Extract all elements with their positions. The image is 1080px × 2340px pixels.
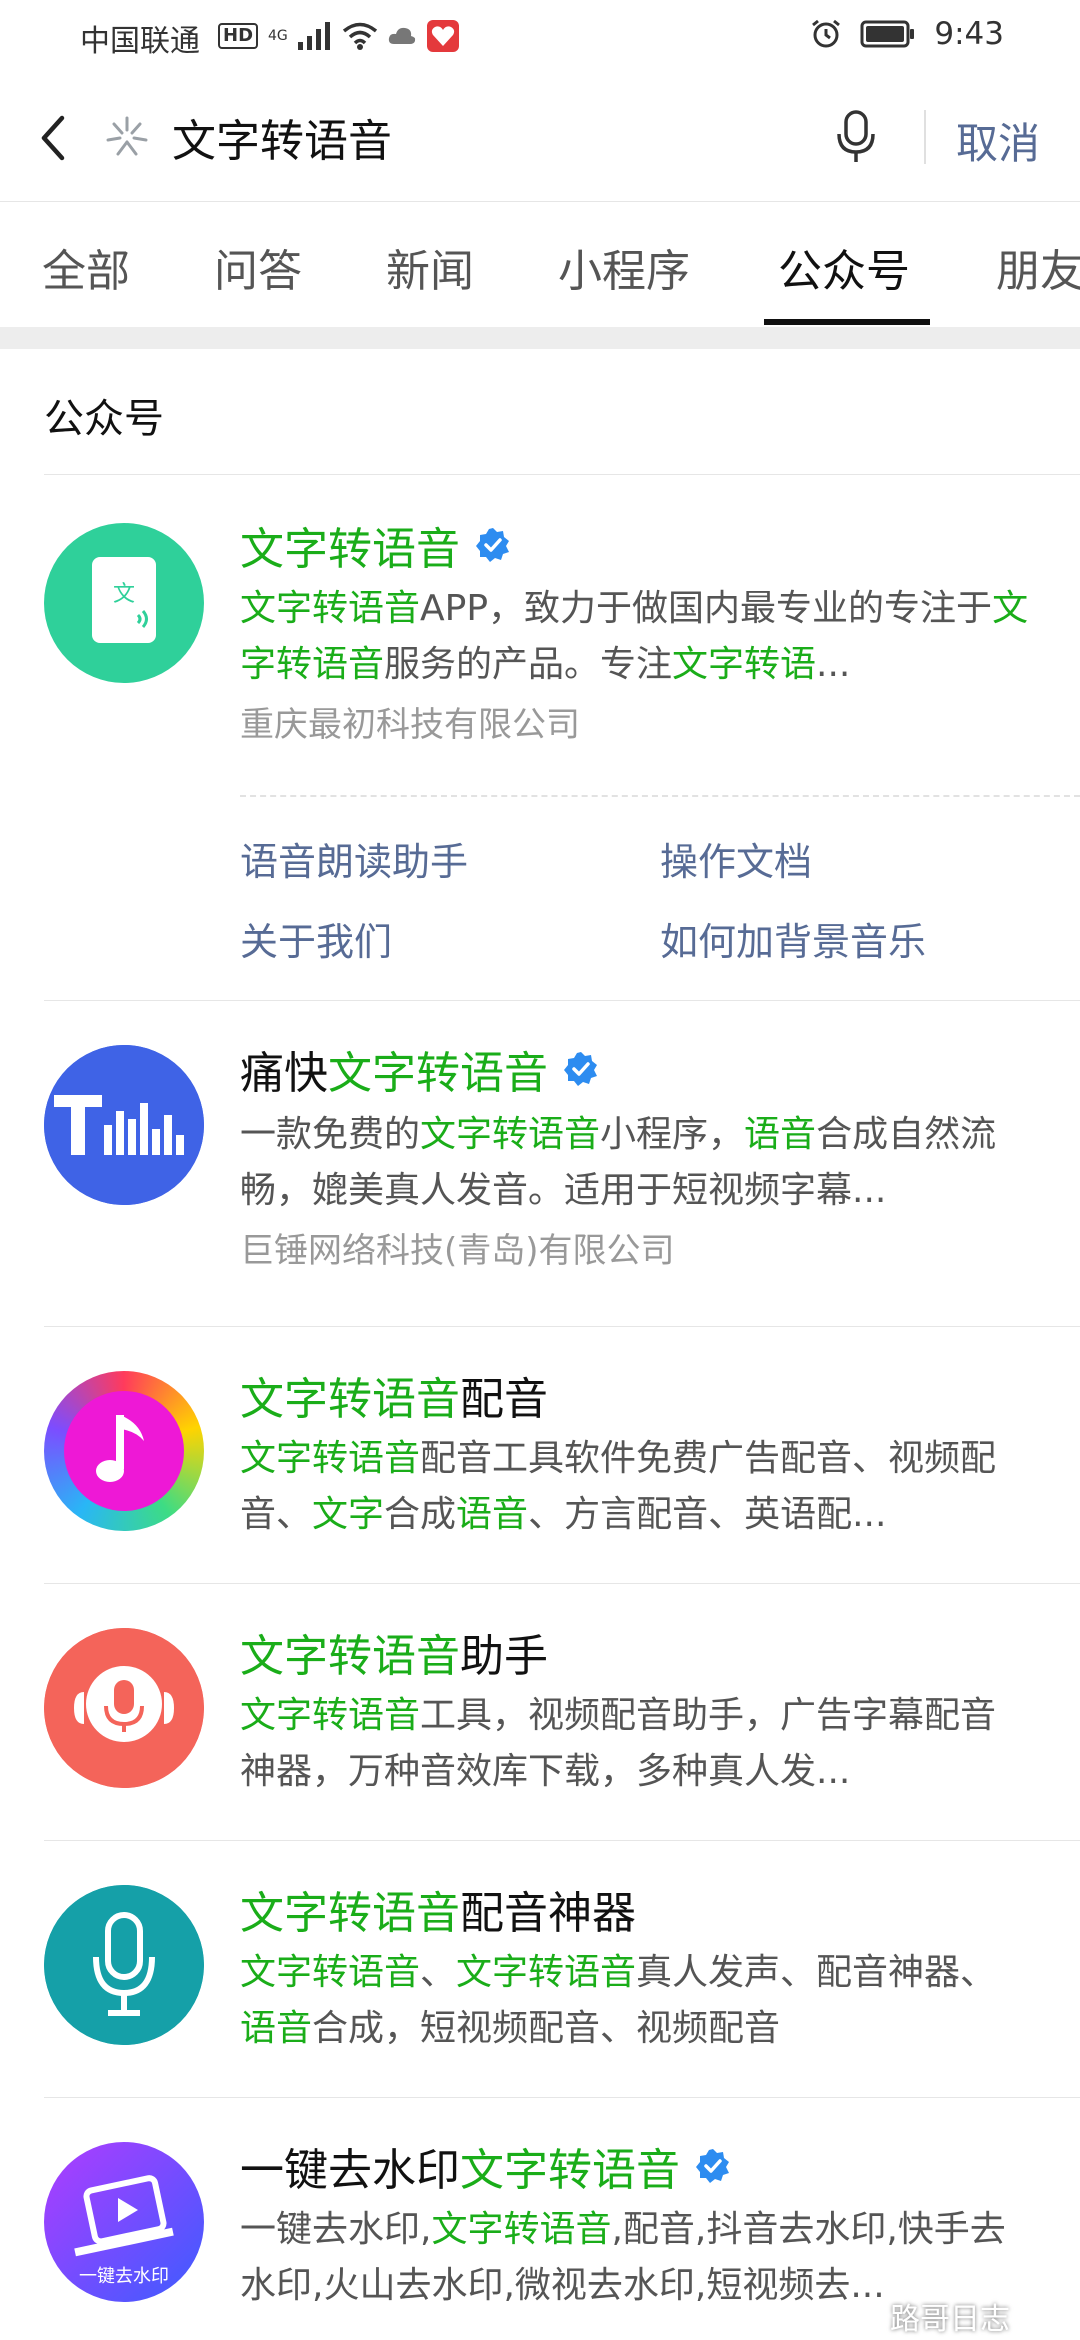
signal-icon <box>297 22 330 50</box>
equalizer-logo-icon <box>44 1045 204 1205</box>
result-title: 文字转语音 <box>240 513 512 577</box>
description-text: 小程序， <box>600 1114 745 1155</box>
tab-mini-programs[interactable]: 小程序 <box>558 235 690 299</box>
cloud-icon <box>388 27 415 44</box>
result-description: 文字转语音配音工具软件免费广告配音、视频配音、文字合成语音、方言配音、英语配..… <box>240 1431 1030 1543</box>
description-text: 、方言配音、英语配... <box>528 1494 887 1535</box>
highlight-text: 文字转语音 <box>240 588 421 629</box>
wifi-icon <box>342 22 377 50</box>
search-tabs: 全部 问答 新闻 小程序 公众号 朋友 <box>0 203 1080 327</box>
active-tab-indicator <box>764 319 930 325</box>
tab-qa[interactable]: 问答 <box>214 235 302 299</box>
cancel-button[interactable]: 取消 <box>956 110 1040 171</box>
verified-icon <box>696 2149 729 2183</box>
description-text: ... <box>816 644 851 685</box>
highlight-text: 文字 <box>312 1494 385 1535</box>
hd-badge: HD <box>218 23 259 49</box>
result-item[interactable]: 文字转语音 助手 文字转语音工具，视频配音助手，广告字幕配音神器，万种音效库下载，… <box>0 1584 1080 1840</box>
menu-link-docs[interactable]: 操作文档 <box>660 831 812 886</box>
highlight-text: 语音 <box>744 1114 817 1155</box>
result-description: 文字转语音APP，致力于做国内最专业的专注于文字转语音服务的产品。专注文字转语.… <box>240 581 1030 693</box>
result-menu-divider <box>240 795 1080 797</box>
result-description: 文字转语音工具，视频配音助手，广告字幕配音神器，万种音效库下载，多种真人发... <box>240 1688 1030 1800</box>
clock: 9:43 <box>934 16 1004 52</box>
description-text: 一款免费的 <box>240 1114 421 1155</box>
watermark-remover-icon: 一键去水印 <box>74 2175 174 2287</box>
result-title: 文字转语音 配音神器 <box>240 1888 636 1939</box>
description-text: 合成，短视频配音、视频配音 <box>312 2008 781 2049</box>
result-item[interactable]: 文字转语音 配音 文字转语音配音工具软件免费广告配音、视频配音、文字合成语音、方言… <box>0 1327 1080 1583</box>
result-title: 一键去水印 文字转语音 <box>240 2134 732 2198</box>
text-to-speech-app-icon: 文 <box>92 557 156 643</box>
description-text: 服务的产品。专注 <box>384 644 673 685</box>
result-company: 巨锤网络科技(青岛)有限公司 <box>240 1231 675 1271</box>
search-input[interactable] <box>172 106 792 168</box>
description-text: 一键去水印, <box>240 2209 432 2250</box>
avatar: 文 <box>44 523 204 683</box>
back-icon[interactable] <box>32 108 82 168</box>
highlight-text: 文字转语音 <box>456 1952 637 1993</box>
highlight-text: 文字转语音 <box>420 1114 601 1155</box>
tab-news[interactable]: 新闻 <box>386 235 474 299</box>
highlight-text: 文字转语音 <box>240 1695 421 1736</box>
search-logo-icon <box>106 116 148 156</box>
description-text: 合成 <box>384 1494 457 1535</box>
result-title: 文字转语音 配音 <box>240 1374 548 1425</box>
verified-icon <box>564 1052 597 1086</box>
verified-icon <box>476 528 509 562</box>
search-bar: 取消 <box>0 70 1080 202</box>
avatar <box>44 1885 204 2045</box>
avatar <box>44 1371 204 1531</box>
result-description: 一款免费的文字转语音小程序，语音合成自然流畅，媲美真人发音。适用于短视频字幕..… <box>240 1107 1030 1219</box>
result-item[interactable]: 文 文字转语音 文字转语音APP，致力于做国内最专业的专注于文字转语音服务的产品… <box>0 475 1080 1000</box>
carrier-label: 中国联通 <box>80 24 200 59</box>
result-title: 文字转语音 助手 <box>240 1631 548 1682</box>
description-text: 真人发声、配音神器、 <box>636 1952 997 1993</box>
highlight-text: 文字转语音 <box>240 1952 421 1993</box>
section-divider-band <box>0 327 1080 349</box>
menu-link-background-music[interactable]: 如何加背景音乐 <box>660 911 926 966</box>
result-description: 文字转语音、文字转语音真人发声、配音神器、语音合成，短视频配音、视频配音 <box>240 1945 1030 2057</box>
battery-icon <box>860 20 915 48</box>
result-company: 重庆最初科技有限公司 <box>240 705 580 745</box>
highlight-text: 语音 <box>240 2008 313 2049</box>
section-title: 公众号 <box>44 396 164 442</box>
description-text: APP，致力于做国内最专业的专注于 <box>420 588 993 629</box>
tab-moments[interactable]: 朋友 <box>996 235 1080 299</box>
svg-text:一键去水印: 一键去水印 <box>79 2266 169 2287</box>
watermark: 路哥日志 <box>890 2302 1010 2337</box>
microphone-logo-icon <box>44 1885 204 2045</box>
avatar <box>44 1045 204 1205</box>
avatar: 一键去水印 <box>44 2142 204 2302</box>
highlight-text: 文字转语 <box>672 644 817 685</box>
menu-link-about[interactable]: 关于我们 <box>240 911 392 966</box>
result-item[interactable]: 文字转语音 配音神器 文字转语音、文字转语音真人发声、配音神器、语音合成，短视频配… <box>0 1841 1080 2097</box>
description-text: 、 <box>420 1952 457 1993</box>
result-item[interactable]: 痛快 文字转语音 一款免费的文字转语音小程序，语音合成自然流畅，媲美真人发音。适用… <box>0 1001 1080 1326</box>
music-note-icon <box>64 1391 184 1511</box>
tab-official-accounts[interactable]: 公众号 <box>778 235 910 299</box>
svg-text:文: 文 <box>113 582 135 607</box>
search-divider <box>924 110 926 164</box>
highlight-text: 语音 <box>456 1494 529 1535</box>
microphone-icon[interactable] <box>832 106 880 168</box>
highlight-text: 文字转语音 <box>240 1438 421 1479</box>
avatar <box>44 1628 204 1788</box>
tab-all[interactable]: 全部 <box>42 235 130 299</box>
voice-assistant-icon <box>44 1628 204 1788</box>
network-label: 4G <box>268 28 288 44</box>
menu-link-voice-reader[interactable]: 语音朗读助手 <box>240 831 468 886</box>
status-right: 9:43 <box>810 16 1004 52</box>
status-bar: 中国联通 HD 4G 9:43 <box>0 0 1080 70</box>
status-icons: HD 4G <box>218 18 460 54</box>
result-title: 痛快 文字转语音 <box>240 1037 600 1101</box>
highlight-text: 文字转语音 <box>431 2209 612 2250</box>
alarm-icon <box>812 19 841 48</box>
app-notification-icon <box>426 20 459 52</box>
